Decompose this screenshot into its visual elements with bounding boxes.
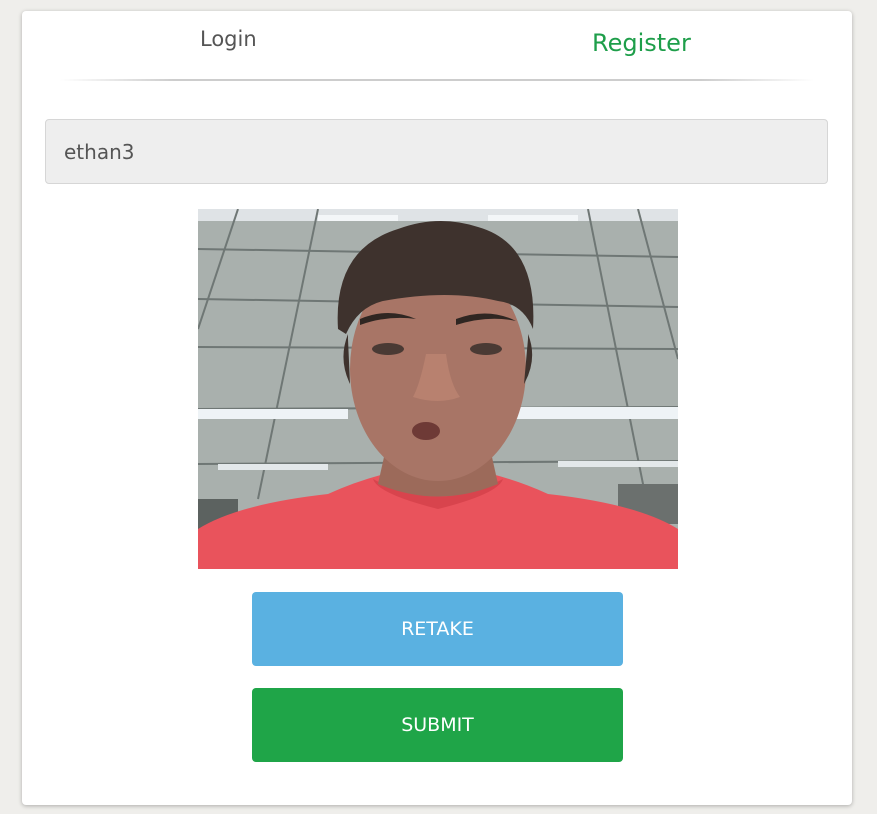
tab-divider	[60, 79, 814, 81]
register-card: Login Register ethan3 RETAKE SUBMIT	[22, 11, 852, 805]
tab-register[interactable]: Register	[592, 29, 702, 57]
username-input[interactable]	[45, 119, 828, 184]
webcam-capture-photo	[198, 209, 678, 569]
auth-tabs: Login Register	[22, 11, 852, 81]
tab-login[interactable]: Login	[200, 27, 260, 51]
retake-button[interactable]: RETAKE	[252, 592, 623, 666]
submit-button[interactable]: SUBMIT	[252, 688, 623, 762]
